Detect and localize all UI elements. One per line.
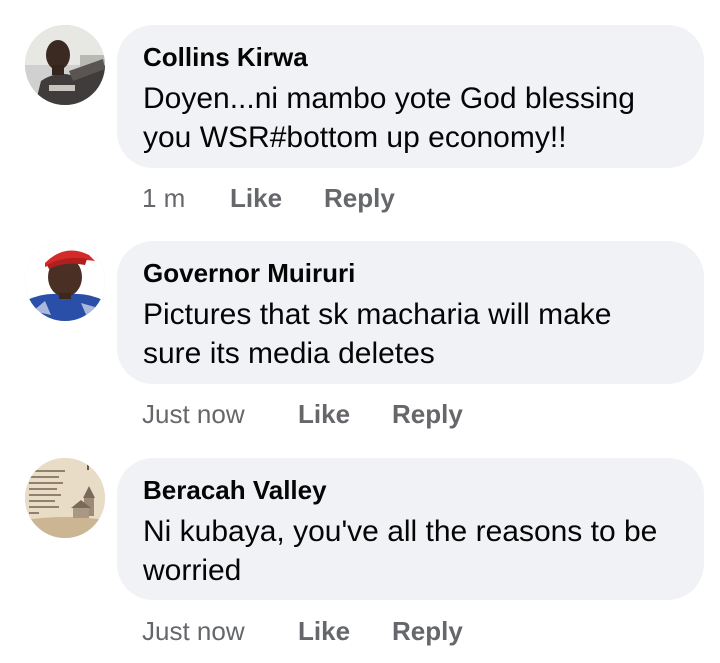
comment-timestamp[interactable]: Just now — [142, 616, 245, 647]
avatar[interactable] — [25, 458, 105, 538]
comment-author[interactable]: Collins Kirwa — [143, 41, 678, 73]
comment-timestamp[interactable]: 1 m — [142, 183, 185, 214]
reply-button[interactable]: Reply — [392, 616, 463, 647]
avatar[interactable] — [25, 241, 105, 321]
comment-timestamp[interactable]: Just now — [142, 399, 245, 430]
like-button[interactable]: Like — [298, 399, 350, 430]
comment-bubble: Beracah Valley Ni kubaya, you've all the… — [117, 458, 704, 600]
reply-button[interactable]: Reply — [392, 399, 463, 430]
comment-text: Pictures that sk macharia will make sure… — [143, 298, 612, 370]
avatar[interactable] — [25, 25, 105, 105]
church-illustration-avatar-icon — [25, 458, 105, 538]
comment-author[interactable]: Governor Muiruri — [143, 257, 678, 289]
comment-author[interactable]: Beracah Valley — [143, 474, 678, 506]
like-button[interactable]: Like — [230, 183, 282, 214]
comment-bubble: Governor Muiruri Pictures that sk machar… — [117, 241, 704, 384]
reply-button[interactable]: Reply — [324, 183, 395, 214]
user-photo-avatar-icon — [25, 25, 105, 105]
comment-text: Doyen...ni mambo yote God blessing you W… — [143, 82, 635, 154]
comment-text: Ni kubaya, you've all the reasons to be … — [143, 515, 658, 587]
like-button[interactable]: Like — [298, 616, 350, 647]
user-photo-avatar-icon — [25, 241, 105, 321]
comment-bubble: Collins Kirwa Doyen...ni mambo yote God … — [117, 25, 704, 168]
